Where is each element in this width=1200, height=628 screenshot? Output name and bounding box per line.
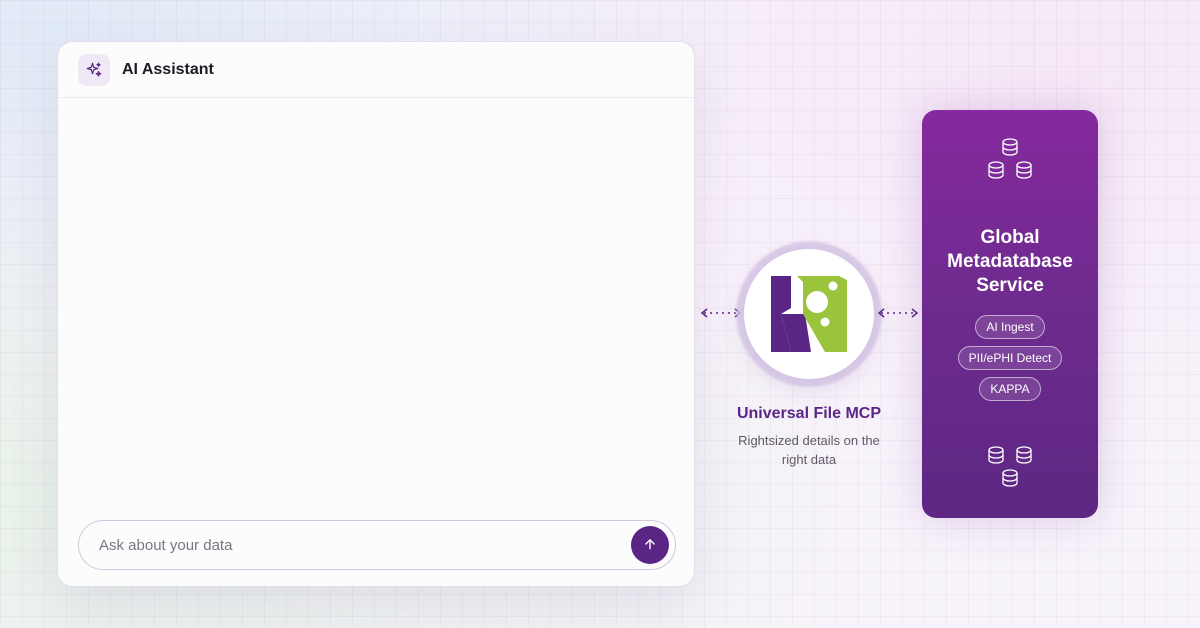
chat-input-box[interactable] [78, 520, 676, 570]
arrow-up-icon [643, 537, 657, 554]
service-tags: AI Ingest PII/ePHI Detect KAPPA [922, 315, 1098, 408]
database-icon [988, 138, 1032, 179]
database-cluster-bottom [922, 446, 1098, 497]
mcp-title: Universal File MCP [736, 405, 882, 422]
connector-arrow-right [877, 306, 919, 325]
kappa-logo-icon [771, 276, 847, 352]
send-button[interactable] [631, 526, 669, 564]
database-icon [988, 446, 1032, 487]
ai-assistant-panel: AI Assistant [57, 41, 695, 587]
global-metadatabase-card: Global Metadatabase Service AI Ingest PI… [922, 110, 1098, 518]
tag-kappa: KAPPA [979, 377, 1041, 401]
service-title: Global Metadatabase Service [947, 227, 1073, 296]
mcp-logo [744, 249, 874, 379]
sparkles-icon [78, 53, 110, 86]
tag-pii-detect: PII/ePHI Detect [957, 346, 1063, 370]
database-cluster-top [922, 138, 1098, 189]
chat-input[interactable] [99, 536, 619, 554]
chat-header: AI Assistant [58, 42, 694, 98]
mcp-subtitle: Rightsized details on the right data [738, 433, 880, 467]
chat-title: AI Assistant [122, 60, 214, 78]
tag-ai-ingest: AI Ingest [975, 315, 1045, 339]
